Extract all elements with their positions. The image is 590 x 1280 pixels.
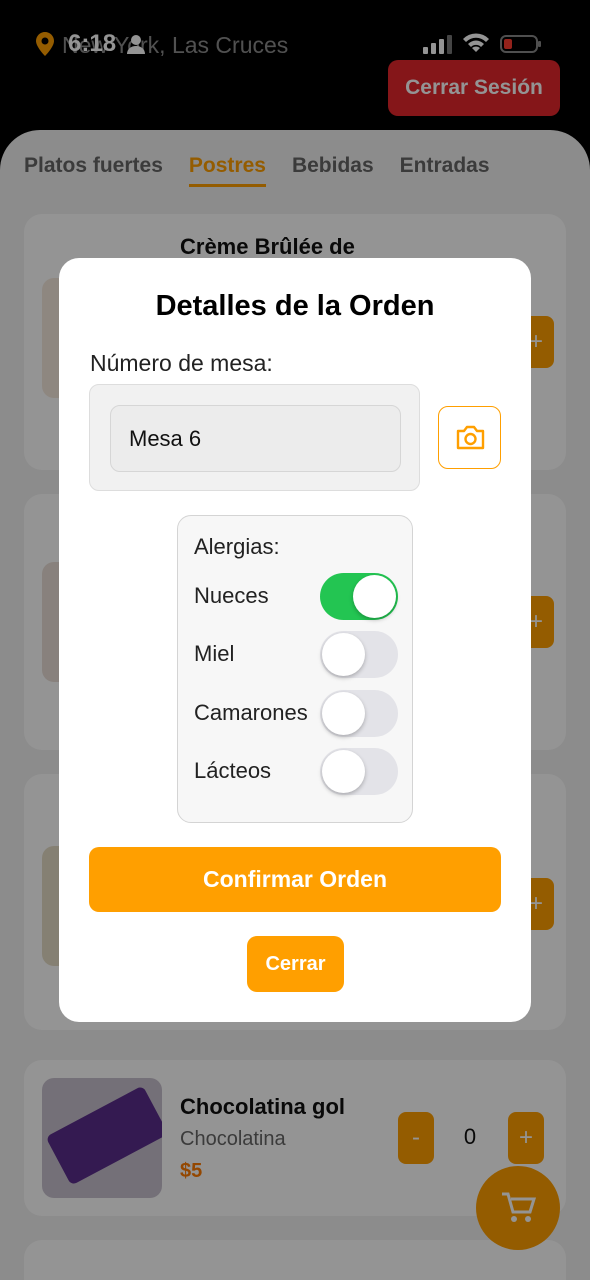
allergy-row-lacteos: Lácteos bbox=[194, 748, 398, 796]
table-number-input[interactable] bbox=[110, 405, 401, 472]
toggle-knob bbox=[322, 633, 365, 676]
allergy-row-miel: Miel bbox=[194, 631, 398, 679]
allergy-toggle-lacteos[interactable] bbox=[320, 748, 398, 795]
allergy-toggle-camarones[interactable] bbox=[320, 690, 398, 737]
modal-title: Detalles de la Orden bbox=[155, 290, 435, 322]
allergy-label: Miel bbox=[194, 641, 235, 666]
toggle-knob bbox=[353, 575, 396, 618]
allergies-title: Alergias: bbox=[194, 534, 280, 559]
close-modal-button[interactable]: Cerrar bbox=[247, 936, 344, 992]
allergy-label: Camarones bbox=[194, 700, 308, 725]
allergy-row-nueces: Nueces bbox=[194, 573, 398, 621]
allergy-label: Lácteos bbox=[194, 758, 272, 783]
allergy-toggle-miel[interactable] bbox=[320, 631, 398, 678]
allergy-label: Nueces bbox=[194, 583, 269, 608]
toggle-knob bbox=[322, 692, 365, 735]
camera-button[interactable] bbox=[438, 406, 501, 469]
confirm-order-button[interactable]: Confirmar Orden bbox=[89, 847, 501, 912]
camera-icon bbox=[456, 425, 485, 450]
allergies-panel: Alergias: Nueces Miel Camarones Lácteos bbox=[177, 515, 413, 823]
table-number-container bbox=[89, 384, 420, 491]
toggle-knob bbox=[322, 750, 365, 793]
table-number-label: Número de mesa: bbox=[90, 350, 273, 376]
order-details-modal: Detalles de la Orden Número de mesa: Ale… bbox=[59, 258, 531, 1022]
allergy-toggle-nueces[interactable] bbox=[320, 573, 398, 620]
allergy-row-camarones: Camarones bbox=[194, 690, 398, 738]
